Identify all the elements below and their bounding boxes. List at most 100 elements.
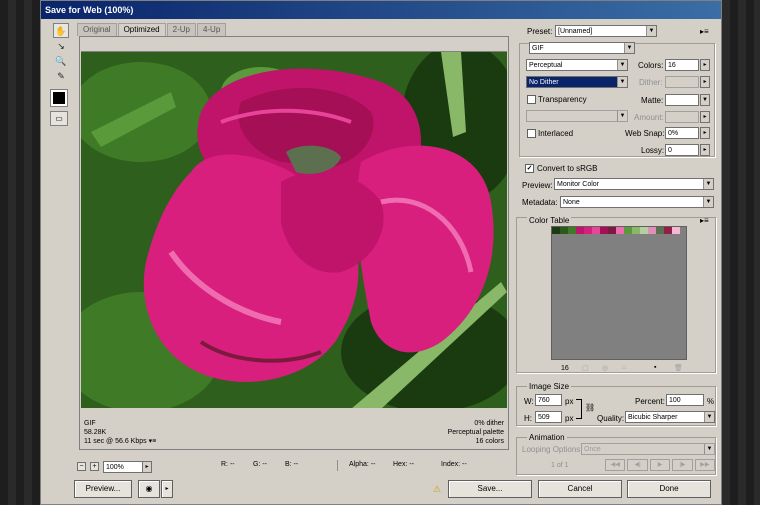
color-swatch[interactable] (608, 227, 616, 234)
eyedropper-color-swatch[interactable] (50, 89, 68, 107)
next-frame-icon[interactable]: |▶ (672, 459, 693, 471)
frame-counter: 1 of 1 (551, 462, 569, 469)
chevron-down-icon: ▼ (617, 77, 627, 87)
color-swatch[interactable] (648, 227, 656, 234)
tab-optimized[interactable]: Optimized (117, 23, 166, 36)
done-button[interactable]: Done (627, 480, 711, 498)
dither-algorithm-select[interactable]: No Dither ▼ (526, 76, 628, 88)
color-swatch[interactable] (592, 227, 600, 234)
play-icon[interactable]: ▶ (649, 459, 671, 471)
file-size: 58.28K (84, 429, 107, 436)
metadata-select[interactable]: None ▼ (560, 196, 714, 208)
color-swatch[interactable] (600, 227, 608, 234)
preset-menu-icon[interactable]: ▸≡ (700, 27, 709, 36)
transparency-dither-select[interactable]: ▼ (526, 110, 628, 122)
first-frame-icon[interactable]: ◀◀ (605, 459, 626, 471)
zoom-dropdown-arrow[interactable]: ▸ (142, 461, 152, 473)
preview-label: Preview: (522, 181, 553, 190)
web-shift-icon[interactable]: ◎ (602, 364, 608, 372)
download-time[interactable]: 11 sec @ 56.6 Kbps ▾≡ (84, 437, 156, 446)
image-size-label: Image Size (527, 382, 572, 391)
color-count: 16 (561, 365, 569, 372)
toggle-slices-icon[interactable]: ▭ (50, 111, 68, 126)
zoom-tool-icon[interactable]: 🔍 (53, 54, 69, 69)
color-table-menu-icon[interactable]: ▸≡ (700, 216, 709, 225)
tab-4-up[interactable]: 4-Up (196, 23, 227, 36)
chevron-down-icon: ▼ (646, 26, 656, 36)
looping-select[interactable]: Once ▼ (581, 443, 715, 455)
readout-r: R: -- (221, 461, 235, 468)
dither-arrow[interactable]: ▸ (700, 76, 710, 88)
color-swatch[interactable] (632, 227, 640, 234)
height-field[interactable]: 509 (535, 411, 562, 423)
background-left (0, 0, 40, 505)
percent-field[interactable]: 100 (666, 394, 704, 406)
color-swatch[interactable] (576, 227, 584, 234)
animation-label: Animation (527, 433, 567, 442)
matte-arrow[interactable]: ▼ (700, 94, 710, 106)
browser-dropdown-arrow[interactable]: ▸ (161, 480, 173, 498)
width-field[interactable]: 760 (535, 394, 562, 406)
color-swatch[interactable] (664, 227, 672, 234)
convert-srgb-label: Convert to sRGB (537, 164, 598, 173)
chevron-down-icon: ▼ (704, 412, 714, 422)
color-swatch[interactable] (656, 227, 664, 234)
lossy-field[interactable]: 0 (665, 144, 699, 156)
optimized-image[interactable] (81, 51, 507, 408)
hand-tool-icon[interactable]: ✋ (53, 23, 69, 38)
eyedropper-tool-icon[interactable]: ✎ (53, 69, 69, 84)
colors-arrow[interactable]: ▸ (700, 59, 710, 71)
percent-unit: % (707, 397, 715, 406)
web-snap-arrow[interactable]: ▸ (700, 127, 710, 139)
delete-color-icon[interactable]: 🗑 (674, 364, 683, 372)
previous-frame-icon[interactable]: ◀| (627, 459, 648, 471)
color-swatch[interactable] (560, 227, 568, 234)
transparency-checkbox[interactable] (527, 95, 536, 104)
file-info-left: GIF 58.28K 11 sec @ 56.6 Kbps ▾≡ (84, 419, 156, 446)
save-button[interactable]: Save... (448, 480, 532, 498)
last-frame-icon[interactable]: ▶▶ (694, 459, 716, 471)
color-swatch[interactable] (568, 227, 576, 234)
format-select[interactable]: GIF ▼ (529, 42, 635, 54)
color-swatch[interactable] (640, 227, 648, 234)
preview-pane: GIF 58.28K 11 sec @ 56.6 Kbps ▾≡ 0% dith… (79, 36, 509, 450)
amount-field[interactable] (665, 111, 699, 123)
tab-2-up[interactable]: 2-Up (166, 23, 196, 36)
preview-color-select[interactable]: Monitor Color ▼ (554, 178, 714, 190)
metadata-label: Metadata: (522, 198, 558, 207)
color-swatch[interactable] (552, 227, 560, 234)
interlaced-checkbox[interactable] (527, 129, 536, 138)
tab-original[interactable]: Original (77, 23, 117, 36)
height-label: H: (524, 414, 532, 423)
quality-select[interactable]: Bicubic Sharper ▼ (625, 411, 715, 423)
dither-field[interactable] (665, 76, 699, 88)
amount-arrow[interactable]: ▸ (700, 111, 710, 123)
lossy-arrow[interactable]: ▸ (700, 144, 710, 156)
reduction-select[interactable]: Perceptual ▼ (526, 59, 628, 71)
colors-field[interactable]: 16 (665, 59, 699, 71)
lock-color-icon[interactable]: ⌂ (622, 364, 626, 371)
cancel-button[interactable]: Cancel (538, 480, 622, 498)
matte-color-field[interactable] (665, 94, 699, 106)
preset-select[interactable]: [Unnamed] ▼ (555, 25, 657, 37)
color-table[interactable] (551, 226, 687, 360)
slice-select-tool-icon[interactable]: ↘ (53, 39, 69, 54)
color-swatch[interactable] (672, 227, 680, 234)
web-snap-field[interactable]: 0% (665, 127, 699, 139)
color-swatch[interactable] (584, 227, 592, 234)
color-swatches[interactable] (552, 227, 686, 234)
quality-label: Quality: (597, 414, 625, 423)
link-icon[interactable]: ⛓ (585, 403, 595, 412)
chevron-down-icon: ▼ (617, 60, 627, 70)
color-swatch[interactable] (624, 227, 632, 234)
map-color-icon[interactable]: ▢ (582, 364, 589, 372)
preview-button[interactable]: Preview... (74, 480, 132, 498)
zoom-out-button[interactable]: − (77, 462, 86, 471)
convert-srgb-checkbox[interactable]: ✓ (525, 164, 534, 173)
looping-label: Looping Options: (522, 445, 583, 454)
new-color-icon[interactable]: ▪ (654, 364, 656, 371)
browser-icon[interactable]: ◉ (138, 480, 160, 498)
color-swatch[interactable] (616, 227, 624, 234)
zoom-in-button[interactable]: + (90, 462, 99, 471)
menu-icon[interactable]: ▾≡ (149, 438, 157, 445)
